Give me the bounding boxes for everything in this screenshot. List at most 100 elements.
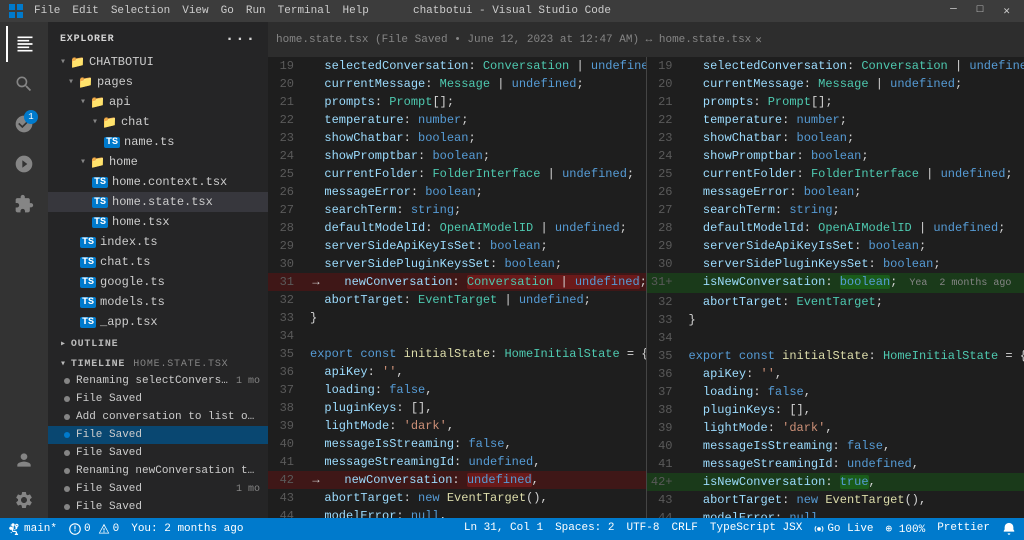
explorer-menu-icon[interactable]: ···: [225, 30, 256, 48]
timeline-item-7[interactable]: File Saved: [48, 498, 268, 516]
file-encoding[interactable]: UTF-8: [626, 522, 659, 536]
tree-google-ts[interactable]: TS google.ts: [48, 272, 268, 292]
activity-bar: 1: [0, 22, 48, 518]
language-mode[interactable]: TypeScript JSX: [710, 522, 802, 536]
branch-name: main*: [24, 523, 57, 535]
timeline-item-6[interactable]: File Saved 1 mo: [48, 480, 268, 498]
tree-api[interactable]: ▾ 📁 api: [48, 92, 268, 112]
tsx-file-icon: TS: [92, 177, 108, 188]
code-line: 24 showPromptbar: boolean;: [647, 147, 1024, 165]
code-line: 19 selectedConversation: Conversation | …: [268, 57, 646, 75]
line-ending[interactable]: CRLF: [672, 522, 698, 536]
menu-terminal[interactable]: Terminal: [278, 5, 331, 17]
prettier-label[interactable]: Prettier: [937, 522, 990, 536]
activity-search[interactable]: [6, 66, 42, 102]
editor-pane-right: 19 selectedConversation: Conversation | …: [646, 57, 1024, 518]
arrow-right-icon: →: [306, 471, 326, 489]
tab-bar: home.state.tsx (File Saved • June 12, 20…: [268, 22, 1024, 57]
menu-selection[interactable]: Selection: [111, 5, 170, 17]
folder-icon: 📁: [90, 155, 105, 170]
close-icon[interactable]: ✕: [755, 33, 762, 47]
tree-index-ts[interactable]: TS index.ts: [48, 232, 268, 252]
code-area-left[interactable]: 19 selectedConversation: Conversation | …: [268, 57, 646, 518]
warning-icon: [98, 523, 110, 535]
timeline-item-1[interactable]: File Saved: [48, 390, 268, 408]
minimize-button[interactable]: ─: [944, 4, 963, 18]
tree-home[interactable]: ▾ 📁 home: [48, 152, 268, 172]
code-line: 21 prompts: Prompt[];: [268, 93, 646, 111]
bell-icon[interactable]: [1002, 522, 1016, 536]
activity-settings[interactable]: [6, 482, 42, 518]
tree-models-ts[interactable]: TS models.ts: [48, 292, 268, 312]
activity-explorer[interactable]: [6, 26, 42, 62]
activity-git[interactable]: 1: [6, 106, 42, 142]
timeline-item-4[interactable]: File Saved: [48, 444, 268, 462]
zoom-level: ⊕ 100%: [886, 522, 926, 536]
code-line: 33 }: [268, 309, 646, 327]
outline-section-header[interactable]: ▸ OUTLINE: [48, 332, 268, 352]
error-count[interactable]: 0 0: [69, 523, 119, 535]
code-area-right[interactable]: 19 selectedConversation: Conversation | …: [647, 57, 1024, 518]
menu-run[interactable]: Run: [246, 5, 266, 17]
git-badge: 1: [24, 110, 38, 124]
chevron-down-icon: ▾: [60, 358, 67, 370]
git-branch[interactable]: main*: [8, 523, 57, 535]
code-line: 39 lightMode: 'dark',: [647, 419, 1024, 437]
menu-view[interactable]: View: [182, 5, 208, 17]
code-line: 20 currentMessage: Message | undefined;: [268, 75, 646, 93]
close-button[interactable]: ✕: [997, 4, 1016, 18]
menu-file[interactable]: File: [34, 5, 60, 17]
menu-go[interactable]: Go: [221, 5, 234, 17]
code-line: 37 loading: false,: [268, 381, 646, 399]
tree-home-context[interactable]: TS home.context.tsx: [48, 172, 268, 192]
ts-file-icon: TS: [80, 237, 96, 248]
tree-home-state[interactable]: TS home.state.tsx: [48, 192, 268, 212]
menu-bar[interactable]: File Edit Selection View Go Run Terminal…: [34, 5, 369, 17]
timeline-item-0[interactable]: Renaming selectConversationId to s... 1 …: [48, 372, 268, 390]
code-line: 26 messageError: boolean;: [647, 183, 1024, 201]
code-line-added-42: 42+ isNewConversation: true,: [647, 473, 1024, 491]
menu-edit[interactable]: Edit: [72, 5, 98, 17]
activity-extensions[interactable]: [6, 186, 42, 222]
code-line: 34: [647, 329, 1024, 347]
ts-file-icon: TS: [80, 297, 96, 308]
status-bar: main* 0 0 You: 2 months ago Ln 31, Col 1…: [0, 518, 1024, 540]
activity-account[interactable]: [6, 442, 42, 478]
timeline-dot: [64, 468, 70, 474]
timeline-section-header[interactable]: ▾ TIMELINE home.state.tsx: [48, 352, 268, 372]
tree-name-ts[interactable]: TS name.ts: [48, 132, 268, 152]
tree-chat-ts[interactable]: TS chat.ts: [48, 252, 268, 272]
tree-home-tsx[interactable]: TS home.tsx: [48, 212, 268, 232]
timeline-item-2[interactable]: Add conversation to list only after AI m…: [48, 408, 268, 426]
timeline-dot: [64, 432, 70, 438]
tree-app-tsx[interactable]: TS _app.tsx: [48, 312, 268, 332]
code-line: 19 selectedConversation: Conversation | …: [647, 57, 1024, 75]
cursor-position[interactable]: Ln 31, Col 1: [464, 522, 543, 536]
timeline-item-3[interactable]: File Saved: [48, 426, 268, 444]
timeline-item-5[interactable]: Renaming newConversation to isNewC...: [48, 462, 268, 480]
tree-pages[interactable]: ▾ 📁 pages: [48, 72, 268, 92]
code-line: 35 export const initialState: HomeInitia…: [268, 345, 646, 363]
window-controls[interactable]: ─ □ ✕: [944, 4, 1016, 18]
activity-debug[interactable]: [6, 146, 42, 182]
code-line: 37 loading: false,: [647, 383, 1024, 401]
error-icon: [69, 523, 81, 535]
chevron-down-icon: ▾: [80, 156, 86, 168]
code-line: 44 modelError: null,: [647, 509, 1024, 518]
code-line: 22 temperature: number;: [647, 111, 1024, 129]
tree-chatbotui[interactable]: ▾ 📁 CHATBOTUI: [48, 52, 268, 72]
code-line: 33 }: [647, 311, 1024, 329]
sidebar: Explorer ··· ▾ 📁 CHATBOTUI ▾ 📁 pages ▾ 📁…: [48, 22, 268, 518]
code-line: 27 searchTerm: string;: [647, 201, 1024, 219]
code-line: 43 abortTarget: new EventTarget(),: [268, 489, 646, 507]
broadcast-icon: [814, 524, 824, 534]
code-line: 25 currentFolder: FolderInterface | unde…: [647, 165, 1024, 183]
go-live-button[interactable]: Go Live: [814, 522, 873, 536]
indentation[interactable]: Spaces: 2: [555, 522, 614, 536]
maximize-button[interactable]: □: [971, 4, 990, 18]
tsx-file-icon: TS: [80, 317, 96, 328]
menu-help[interactable]: Help: [342, 5, 368, 17]
vscode-icon: [8, 3, 24, 19]
code-line: 40 messageIsStreaming: false,: [647, 437, 1024, 455]
tree-chat[interactable]: ▾ 📁 chat: [48, 112, 268, 132]
